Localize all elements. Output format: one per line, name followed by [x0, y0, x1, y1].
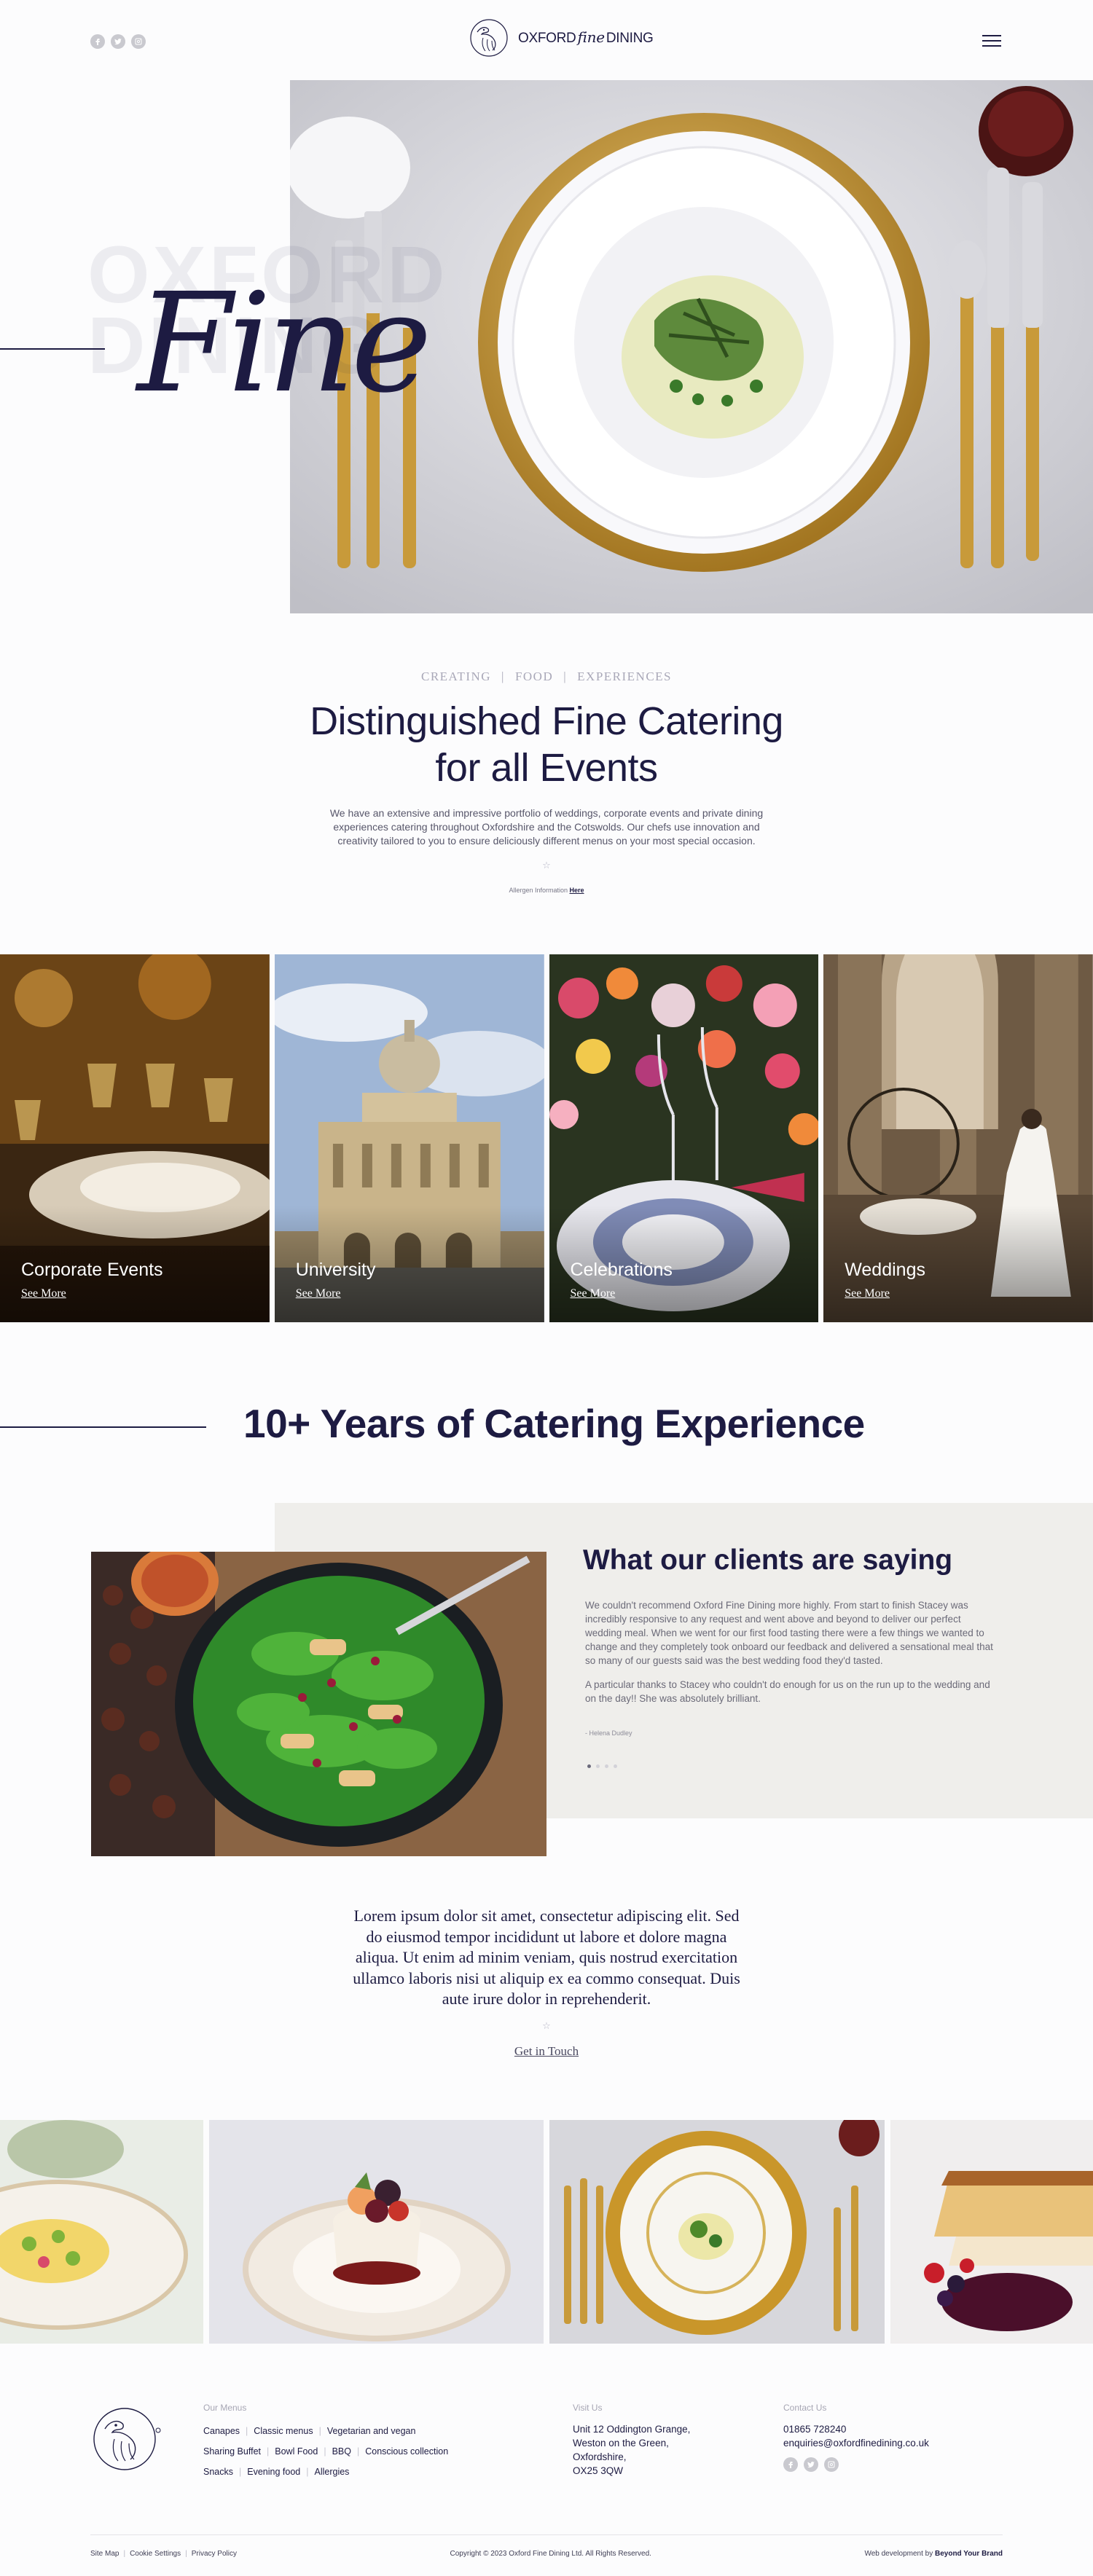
- footer-menus: Our Menus Canapes | Classic menus | Vegetari…: [203, 2403, 448, 2482]
- see-more-link[interactable]: See More: [296, 1287, 341, 1300]
- link-separator: |: [318, 2426, 321, 2436]
- tag-food: FOOD: [514, 669, 554, 683]
- carousel-dot[interactable]: [605, 1764, 608, 1768]
- tile-university[interactable]: University See More: [274, 954, 544, 1322]
- gallery-image-pavlova: [209, 2120, 544, 2344]
- salad-bowl-image: [91, 1552, 546, 1856]
- testimonial-quote: We couldn't recommend Oxford Fine Dining…: [585, 1600, 993, 1704]
- experience-divider-line: [0, 1426, 206, 1428]
- privacy-policy-link[interactable]: Privacy Policy: [192, 2550, 237, 2558]
- logo-word-oxford: OXFORD: [518, 30, 576, 46]
- footer-menu-link[interactable]: Conscious collection: [365, 2446, 448, 2457]
- see-more-link[interactable]: See More: [21, 1287, 66, 1300]
- footer-menu-row: Snacks | Evening food | Allergies: [203, 2462, 448, 2482]
- footer-social-links: [783, 2457, 929, 2472]
- testimonial-carousel-dots: [587, 1764, 617, 1768]
- bird-logo-icon: [470, 19, 508, 57]
- logo-word-dining: DINING: [606, 30, 654, 46]
- header-social-links: [90, 34, 146, 49]
- gallery-image-dessert: [890, 2120, 1093, 2344]
- footer-menu-row: Sharing Buffet | Bowl Food | BBQ | Conscious c…: [203, 2441, 448, 2462]
- star-divider-icon: ☆: [542, 2020, 551, 2031]
- link-separator: |: [306, 2467, 309, 2477]
- footer-menu-link[interactable]: Evening food: [247, 2467, 300, 2477]
- footer-copyright: Copyright © 2023 Oxford Fine Dining Ltd.…: [450, 2550, 651, 2558]
- footer-contact-heading: Contact Us: [783, 2403, 827, 2413]
- footer-email[interactable]: enquiries@oxfordfinedining.co.uk: [783, 2436, 929, 2450]
- footer-address: Unit 12 Oddington Grange, Weston on the …: [573, 2424, 691, 2476]
- tile-corporate-events[interactable]: Corporate Events See More: [0, 954, 270, 1322]
- footer-menu-link[interactable]: BBQ: [332, 2446, 351, 2457]
- logo-word-fine: fine: [577, 28, 605, 46]
- footer-visit-heading: Visit Us: [573, 2403, 603, 2413]
- get-in-touch-link[interactable]: Get in Touch: [0, 2044, 1093, 2059]
- see-more-link[interactable]: See More: [845, 1287, 890, 1300]
- footer-menu-link[interactable]: Sharing Buffet: [203, 2446, 261, 2457]
- footer-menu-link[interactable]: Snacks: [203, 2467, 233, 2477]
- instagram-icon[interactable]: [824, 2457, 839, 2472]
- link-separator: |: [324, 2446, 326, 2457]
- cookie-settings-link[interactable]: Cookie Settings: [130, 2550, 181, 2558]
- link-separator: |: [356, 2446, 360, 2457]
- tile-title: Corporate Events: [21, 1260, 163, 1280]
- footer-menu-link[interactable]: Classic menus: [254, 2426, 313, 2436]
- carousel-dot[interactable]: [596, 1764, 600, 1768]
- testimonial-author: - Helena Dudley: [585, 1729, 632, 1737]
- tile-weddings[interactable]: Weddings See More: [823, 954, 1093, 1322]
- hero-script-word: Fine: [137, 264, 432, 423]
- footer-menu-row: Canapes | Classic menus | Vegetarian and veg…: [203, 2421, 448, 2441]
- footer-menus-heading: Our Menus: [203, 2403, 247, 2413]
- footer-contact: Contact Us 01865 728240 enquiries@oxford…: [783, 2403, 929, 2472]
- footer-visit: Visit Us Unit 12 Oddington Grange, Westo…: [573, 2403, 690, 2478]
- carousel-dot[interactable]: [587, 1764, 591, 1768]
- cta-text: Lorem ipsum dolor sit amet, consectetur …: [353, 1907, 740, 2008]
- event-tiles: Corporate Events See More University See…: [0, 954, 1093, 1322]
- intro-title: Distinguished Fine Catering for all Even…: [310, 699, 783, 790]
- facebook-icon[interactable]: [783, 2457, 798, 2472]
- tag-experiences: EXPERIENCES: [577, 669, 672, 683]
- footer-credit: Web development by Beyond Your Brand: [864, 2550, 1003, 2558]
- footer-menu-link[interactable]: Bowl Food: [275, 2446, 318, 2457]
- facebook-icon[interactable]: [90, 34, 105, 49]
- footer-bird-logo-icon: [93, 2408, 161, 2470]
- footer-menu-links: Canapes | Classic menus | Vegetarian and veg…: [203, 2421, 448, 2482]
- twitter-icon[interactable]: [111, 34, 125, 49]
- food-gallery: [0, 2120, 1093, 2344]
- intro-description: We have an extensive and impressive port…: [329, 807, 764, 847]
- tile-title: Weddings: [845, 1260, 925, 1280]
- footer-menu-link[interactable]: Allergies: [314, 2467, 349, 2477]
- allergen-info: Allergen Information Here: [509, 887, 584, 894]
- carousel-dot[interactable]: [614, 1764, 617, 1768]
- tile-title: Celebrations: [570, 1260, 673, 1280]
- footer-bottom-bar: Site Map | Cookie Settings | Privacy Policy …: [90, 2550, 1003, 2558]
- tile-title: University: [295, 1260, 376, 1280]
- footer-phone[interactable]: 01865 728240: [783, 2422, 929, 2436]
- intro-tagline: CREATING | FOOD | EXPERIENCES: [420, 669, 672, 683]
- gallery-image-gold-plate: [549, 2120, 885, 2344]
- experience-heading: 10+ Years of Catering Experience: [243, 1401, 865, 1446]
- site-logo[interactable]: OXFORD fine DINING: [469, 16, 654, 58]
- site-map-link[interactable]: Site Map: [90, 2550, 119, 2558]
- link-separator: |: [246, 2426, 248, 2436]
- hero-divider-line: [0, 348, 105, 350]
- allergen-link[interactable]: Here: [570, 887, 584, 894]
- testimonial-heading: What our clients are saying: [583, 1544, 953, 1576]
- twitter-icon[interactable]: [804, 2457, 818, 2472]
- link-separator: |: [267, 2446, 270, 2457]
- gallery-image-starter: [0, 2120, 203, 2344]
- footer-legal-links: Site Map | Cookie Settings | Privacy Policy: [90, 2550, 237, 2558]
- tile-celebrations[interactable]: Celebrations See More: [549, 954, 819, 1322]
- hamburger-menu-icon[interactable]: [982, 35, 1001, 47]
- footer-menu-link[interactable]: Canapes: [203, 2426, 240, 2436]
- link-separator: |: [239, 2467, 242, 2477]
- instagram-icon[interactable]: [131, 34, 146, 49]
- credit-link[interactable]: Beyond Your Brand: [935, 2550, 1003, 2558]
- logo-wordmark: OXFORD fine DINING: [518, 28, 654, 47]
- see-more-link[interactable]: See More: [571, 1287, 616, 1300]
- star-divider-icon: ☆: [542, 860, 551, 871]
- tag-creating: CREATING: [420, 669, 492, 683]
- footer-menu-link[interactable]: Vegetarian and vegan: [327, 2426, 416, 2436]
- footer-divider: [90, 2534, 1003, 2535]
